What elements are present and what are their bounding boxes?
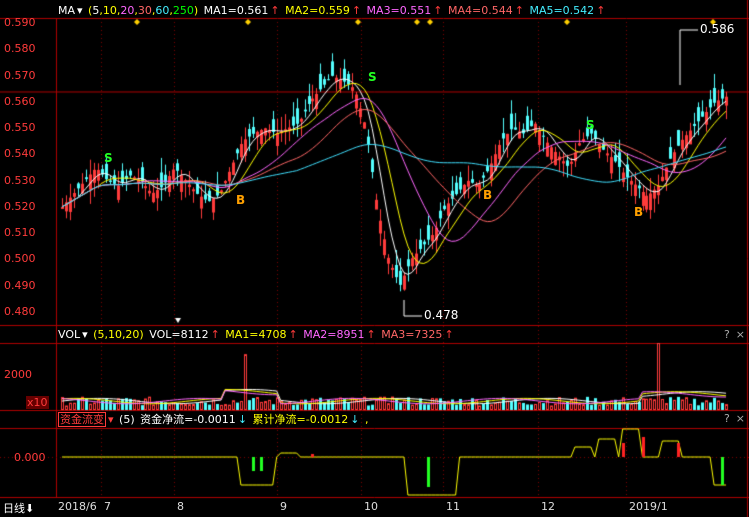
- vol-value: VOL=8112: [149, 328, 209, 341]
- down-arrow-icon: ↓: [350, 413, 360, 426]
- price-tick-label: 0.480: [4, 304, 36, 318]
- price-tick-label: 0.540: [4, 147, 36, 161]
- signal-s-marker: S: [368, 70, 377, 84]
- x-tick-label: 2018/6: [58, 500, 97, 513]
- vol-axis-unit: x10: [26, 396, 49, 409]
- up-arrow-icon: ↑: [288, 328, 298, 341]
- vol-ma2-value: MA2=8951: [303, 328, 365, 341]
- flow-cum-value: 累计净流=-0.0012: [252, 413, 349, 426]
- flow-header: 资金流变 ▾ (5) 资金净流=-0.0011 ↓ 累计净流=-0.0012 ↓ ,: [58, 412, 370, 428]
- up-arrow-icon: ↑: [444, 328, 454, 341]
- vol-axis-2000: 2000: [4, 368, 32, 381]
- help-button[interactable]: ?: [724, 412, 730, 425]
- up-arrow-icon: ↑: [366, 328, 376, 341]
- price-tick-label: 0.560: [4, 94, 36, 108]
- vol-params: (5,10,20): [93, 328, 144, 341]
- ma3-value: MA3=0.551: [366, 4, 432, 17]
- price-tick-label: 0.570: [4, 68, 36, 82]
- ma1-value: MA1=0.561: [203, 4, 269, 17]
- down-arrow-icon: ↓: [237, 413, 248, 426]
- x-tick-label: 7: [104, 500, 111, 513]
- up-arrow-icon: ↑: [433, 4, 443, 17]
- down-arrow-icon: ⬇: [25, 502, 35, 515]
- x-tick-label: 10: [364, 500, 378, 513]
- price-tick-label: 0.590: [4, 16, 36, 30]
- help-button[interactable]: ?: [724, 328, 730, 341]
- ma4-value: MA4=0.544: [448, 4, 513, 17]
- x-tick-label: 9: [280, 500, 287, 513]
- dropdown-icon[interactable]: ▾: [77, 4, 83, 17]
- price-tick-label: 0.520: [4, 199, 36, 213]
- vol-ma1-value: MA1=4708: [225, 328, 287, 341]
- x-tick-label: 8: [177, 500, 184, 513]
- high-label: 0.586: [700, 22, 735, 36]
- flow-tail: ,: [364, 413, 369, 426]
- ma2-value: MA2=0.559: [285, 4, 350, 17]
- flow-params: (5): [119, 413, 135, 426]
- signal-b-marker: B: [634, 205, 644, 219]
- ma-header: MA ▾ (5,10,20,30,60,250) MA1=0.561 ↑ MA2=0…: [58, 3, 607, 19]
- dropdown-icon[interactable]: ▾: [82, 328, 88, 341]
- up-arrow-icon: ↑: [210, 328, 220, 341]
- price-tick-label: 0.530: [4, 173, 36, 187]
- flow-panel-buttons: ? ×: [718, 412, 745, 426]
- signal-b-marker: B: [483, 188, 493, 202]
- dropdown-icon[interactable]: ▾: [108, 413, 114, 426]
- signal-s-marker: S: [104, 151, 113, 165]
- x-tick-label: 2019/1: [629, 500, 668, 513]
- flow-net-value: 资金净流=-0.0011: [140, 413, 236, 426]
- flow-indicator-name[interactable]: 资金流变: [58, 412, 106, 427]
- vol-header: VOL ▾ (5,10,20) VOL=8112 ↑ MA1=4708 ↑ MA2=8…: [58, 327, 456, 343]
- vol-indicator-name[interactable]: VOL: [58, 328, 80, 341]
- vol-panel-buttons: ? ×: [718, 328, 745, 342]
- flow-axis-zero: 0.000: [14, 451, 46, 464]
- vol-ma3-value: MA3=7325: [381, 328, 443, 341]
- price-tick-label: 0.510: [4, 226, 36, 240]
- price-tick-label: 0.490: [4, 278, 36, 292]
- signal-s-marker: S: [586, 118, 595, 132]
- low-label: 0.478: [424, 308, 459, 322]
- up-arrow-icon: ↑: [596, 4, 606, 17]
- x-tick-label: 12: [541, 500, 555, 513]
- up-arrow-icon: ↑: [351, 4, 362, 17]
- price-tick-label: 0.580: [4, 42, 36, 56]
- close-button[interactable]: ×: [736, 328, 745, 341]
- up-arrow-icon: ↑: [270, 4, 280, 17]
- price-tick-label: 0.550: [4, 121, 36, 135]
- signal-b-marker: B: [236, 193, 246, 207]
- ma-indicator-name[interactable]: MA: [58, 4, 75, 17]
- close-button[interactable]: ×: [736, 412, 745, 425]
- ma5-value: MA5=0.542: [529, 4, 595, 17]
- ma-params: (5,10,20,30,60,250): [88, 4, 199, 17]
- x-tick-label: 11: [446, 500, 460, 513]
- up-arrow-icon: ↑: [514, 4, 524, 17]
- price-tick-label: 0.500: [4, 252, 36, 266]
- period-selector[interactable]: 日线⬇: [3, 500, 34, 516]
